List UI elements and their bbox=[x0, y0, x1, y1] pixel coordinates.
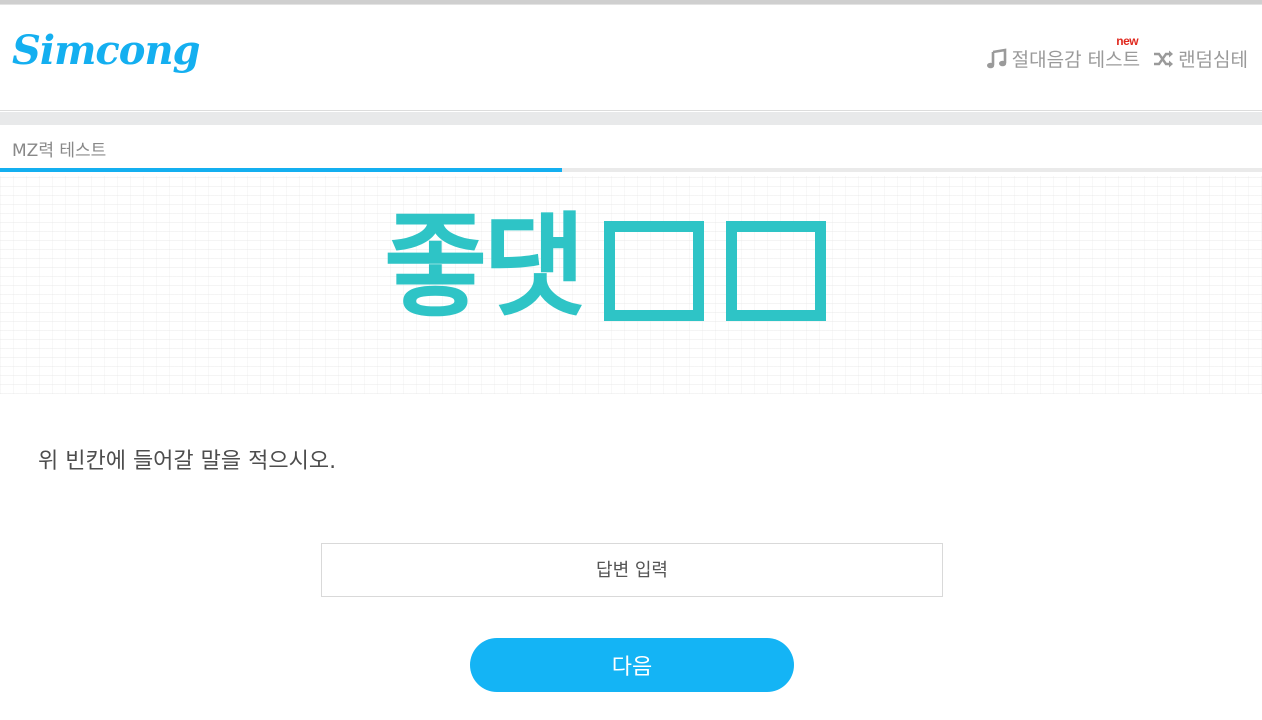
new-badge: new bbox=[1116, 34, 1139, 48]
nav-item-random-test[interactable]: 랜덤심테 bbox=[1152, 45, 1248, 72]
progress-bar bbox=[0, 168, 1262, 172]
test-title: MZ력 테스트 bbox=[12, 141, 107, 161]
question-text: 위 빈칸에 들어갈 말을 적으시오. bbox=[38, 449, 337, 474]
shuffle-icon bbox=[1152, 48, 1174, 70]
quiz-image-content: 좋댓 bbox=[384, 202, 827, 332]
nav-item-label: 절대음감 테스트 bbox=[1011, 49, 1141, 71]
nav-item-absolute-pitch-test[interactable]: 절대음감 테스트 new bbox=[986, 34, 1141, 72]
quiz-image-text: 좋댓 bbox=[384, 202, 586, 332]
blank-box bbox=[726, 221, 827, 321]
site-header: Simcong 절대음감 테스트 new 랜덤심테 bbox=[0, 5, 1262, 111]
music-note-icon bbox=[986, 47, 1008, 70]
site-logo[interactable]: Simcong bbox=[12, 27, 200, 74]
header-nav: 절대음감 테스트 new 랜덤심테 bbox=[974, 34, 1248, 72]
answer-input[interactable] bbox=[321, 543, 943, 597]
nav-item-label: 랜덤심테 bbox=[1178, 49, 1248, 71]
quiz-image: 좋댓 bbox=[0, 176, 1262, 394]
blank-box bbox=[604, 221, 705, 321]
page: Simcong 절대음감 테스트 new 랜덤심테 MZ력 테스트 좋댓 위 빈… bbox=[0, 0, 1262, 720]
header-divider-band bbox=[0, 112, 1262, 125]
next-button[interactable]: 다음 bbox=[470, 638, 794, 692]
progress-fill bbox=[0, 168, 562, 172]
